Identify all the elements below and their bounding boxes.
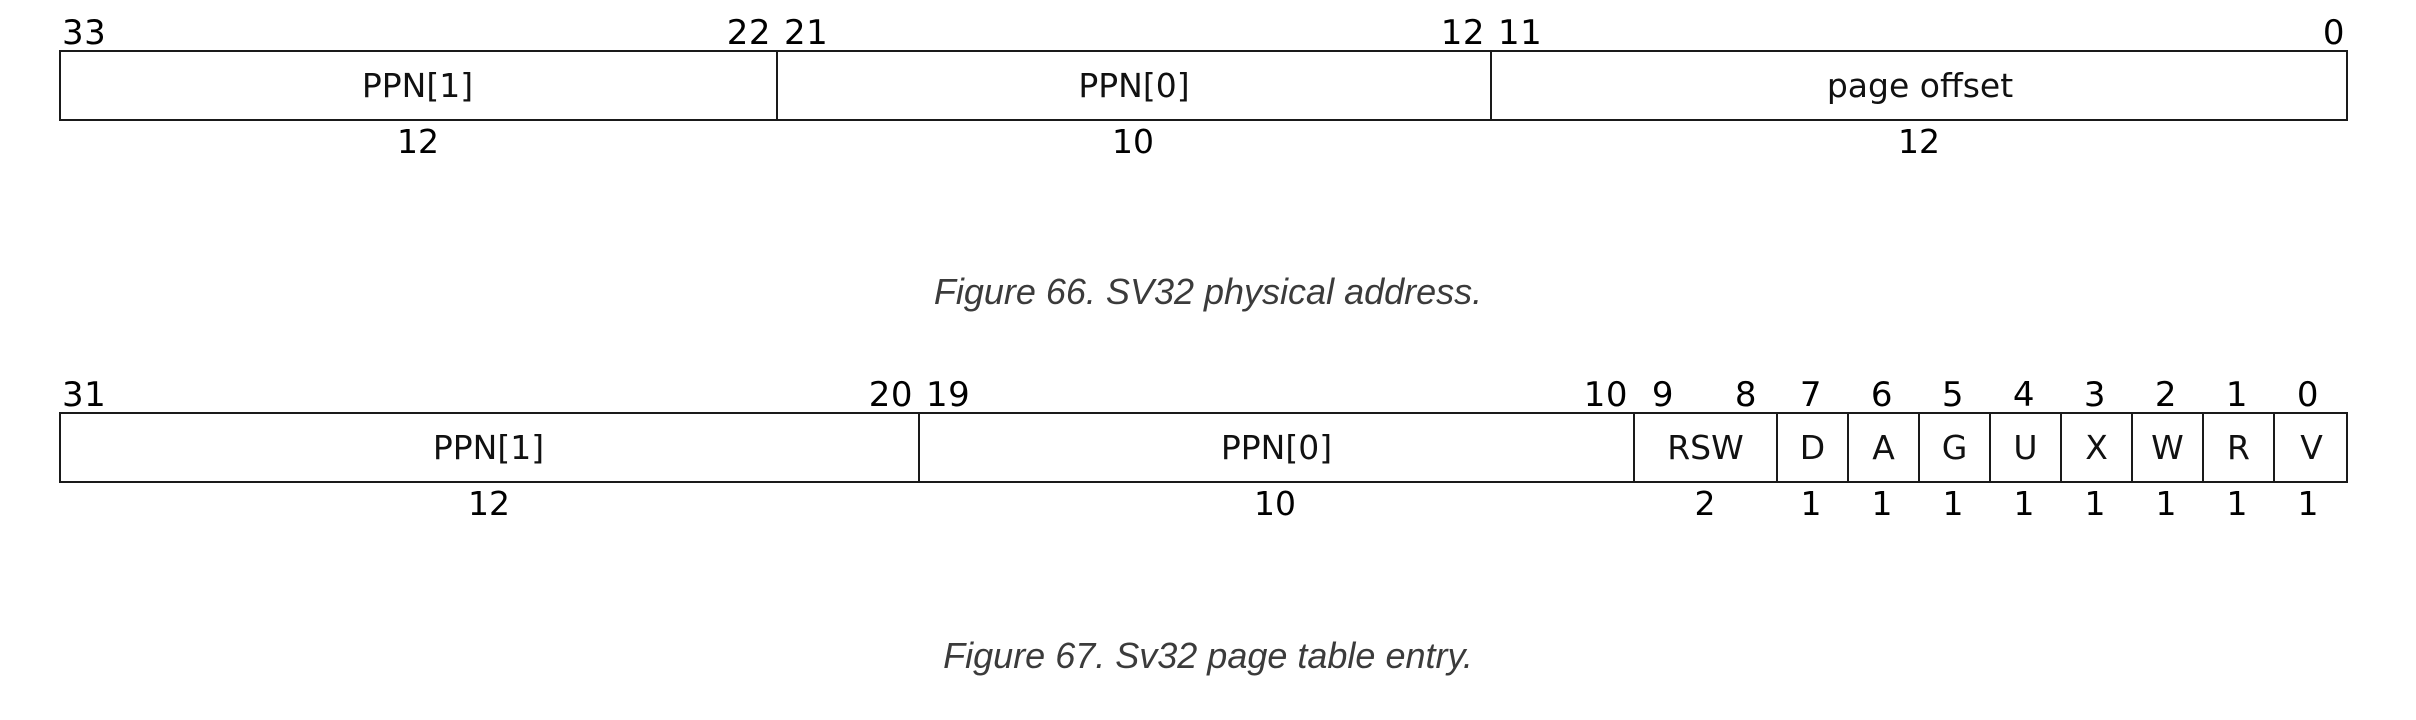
bit-number-label: 1 — [2225, 375, 2249, 415]
field-label: G — [1941, 428, 1968, 467]
field-cell: X — [2060, 414, 2131, 481]
bit-width-label: 2 — [1694, 484, 1716, 523]
field-label: RSW — [1667, 428, 1744, 467]
field-label: PPN[0] — [1220, 428, 1333, 467]
figure-67: 31 20 19 10 9 8 7 6 5 4 3 2 1 0 PPN[1] PPN[0] RSW D A G U X W… — [0, 372, 2416, 676]
figure-66: 33 22 21 12 11 0 PPN[1] PPN[0] page offset 12 10… — [0, 10, 2416, 312]
bit-width-label: 1 — [2226, 484, 2248, 523]
field-cell: G — [1918, 414, 1989, 481]
field-label: X — [2085, 428, 2108, 467]
bit-width-label: 1 — [1871, 484, 1893, 523]
bit-number-label: 3 — [2083, 375, 2107, 415]
field-cell: R — [2202, 414, 2273, 481]
bit-width-label: 1 — [2297, 484, 2319, 523]
field-label: A — [1872, 428, 1895, 467]
bit-number-label: 31 — [62, 375, 107, 415]
figure-67-bit-width-row: 12 10 2 1 1 1 1 1 1 1 1 — [0, 483, 2416, 527]
figure-66-caption: Figure 66. SV32 physical address. — [933, 271, 1483, 312]
field-label: PPN[0] — [1078, 66, 1190, 105]
field-cell: A — [1847, 414, 1918, 481]
field-cell: PPN[1] — [59, 414, 918, 481]
bit-number-label: 0 — [2296, 375, 2320, 415]
bit-number-label: 0 — [2322, 13, 2345, 53]
bit-width-label: 1 — [2155, 484, 2177, 523]
figure-67-caption: Figure 67. Sv32 page table entry. — [943, 635, 1473, 676]
bit-width-label: 1 — [1800, 484, 1822, 523]
figure-67-bit-number-row: 31 20 19 10 9 8 7 6 5 4 3 2 1 0 — [0, 372, 2416, 412]
bit-number-label: 2 — [2154, 375, 2178, 415]
bit-number-label: 12 — [1440, 13, 1485, 53]
bit-number-label: 6 — [1870, 375, 1894, 415]
field-label: D — [1799, 428, 1826, 467]
field-cell: V — [2273, 414, 2348, 481]
figure-66-bit-number-row: 33 22 21 12 11 0 — [0, 10, 2416, 50]
bit-width-label: 10 — [1112, 122, 1154, 161]
bit-number-label: 8 — [1734, 375, 1758, 415]
field-cell: page offset — [1490, 52, 2348, 119]
bit-number-label: 11 — [1498, 13, 1543, 53]
bit-number-label: 21 — [784, 13, 829, 53]
field-label: PPN[1] — [432, 428, 545, 467]
bit-width-label: 12 — [397, 122, 439, 161]
field-label: page offset — [1826, 66, 2014, 105]
bit-width-label: 1 — [1942, 484, 1964, 523]
bit-number-label: 5 — [1941, 375, 1965, 415]
bit-number-label: 19 — [926, 375, 971, 415]
field-cell: PPN[1] — [59, 52, 776, 119]
bit-width-label: 12 — [1898, 122, 1940, 161]
bit-number-label: 9 — [1651, 375, 1675, 415]
bit-width-label: 10 — [1254, 484, 1296, 523]
bit-width-label: 1 — [2084, 484, 2106, 523]
field-label: V — [2300, 428, 2323, 467]
field-cell: U — [1989, 414, 2060, 481]
bit-number-label: 22 — [726, 13, 771, 53]
bit-width-label: 1 — [2013, 484, 2035, 523]
bit-number-label: 33 — [62, 13, 107, 53]
field-label: PPN[1] — [361, 66, 474, 105]
field-label: R — [2227, 428, 2250, 467]
bit-number-label: 4 — [2012, 375, 2036, 415]
bit-number-label: 20 — [868, 375, 913, 415]
field-label: W — [2151, 428, 2184, 467]
field-cell: W — [2131, 414, 2202, 481]
field-cell: PPN[0] — [776, 52, 1490, 119]
field-label: U — [2013, 428, 2038, 467]
bit-width-label: 12 — [468, 484, 510, 523]
bit-number-label: 7 — [1799, 375, 1823, 415]
figure-66-field-box: PPN[1] PPN[0] page offset — [59, 50, 2348, 121]
figure-67-field-box: PPN[1] PPN[0] RSW D A G U X W R V — [59, 412, 2348, 483]
figure-66-bit-width-row: 12 10 12 — [0, 121, 2416, 165]
bit-number-label: 10 — [1583, 375, 1628, 415]
field-cell: PPN[0] — [918, 414, 1633, 481]
field-cell: RSW — [1633, 414, 1776, 481]
field-cell: D — [1776, 414, 1847, 481]
